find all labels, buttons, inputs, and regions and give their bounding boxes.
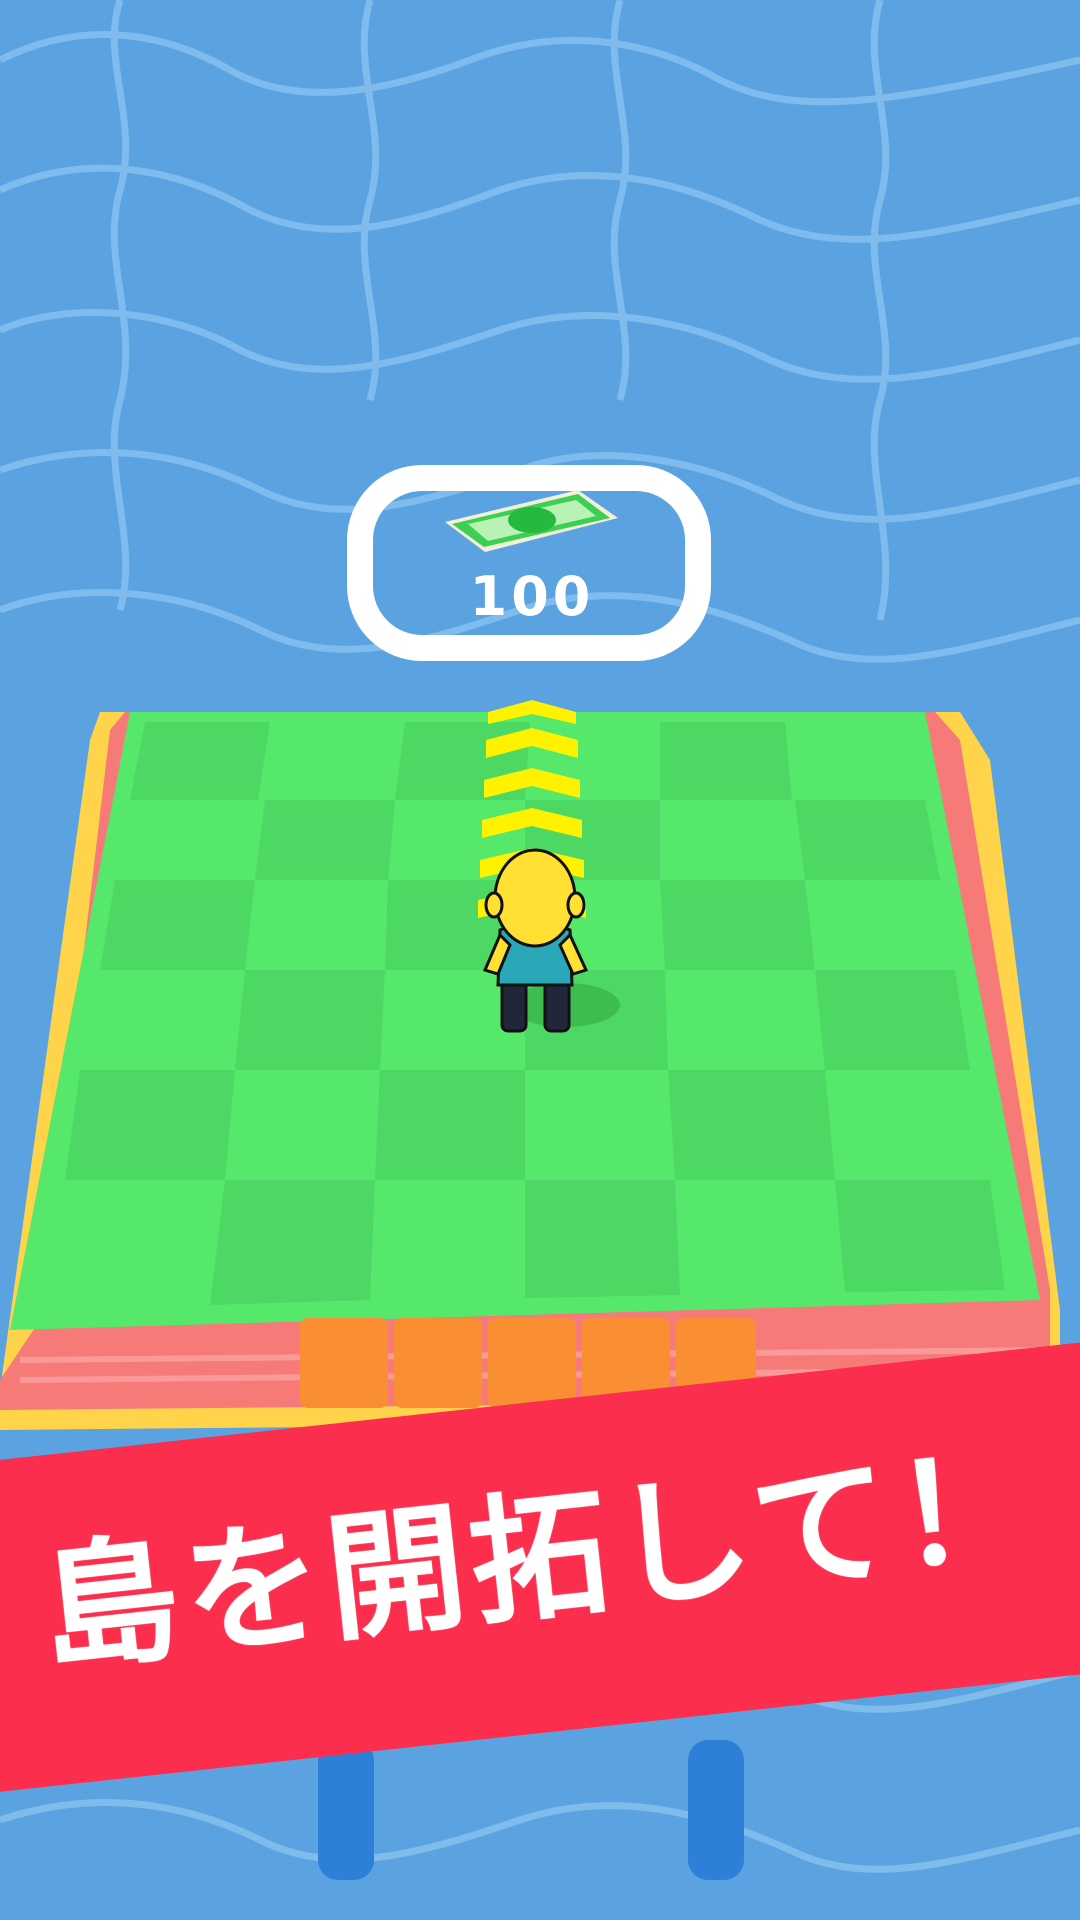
support-pillar	[318, 1740, 374, 1880]
support-pillar	[688, 1740, 744, 1880]
unlock-cost-label: 100	[470, 565, 595, 628]
game-scene[interactable]: 100 島を開拓して！	[0, 0, 1080, 1920]
player-head	[493, 848, 577, 948]
